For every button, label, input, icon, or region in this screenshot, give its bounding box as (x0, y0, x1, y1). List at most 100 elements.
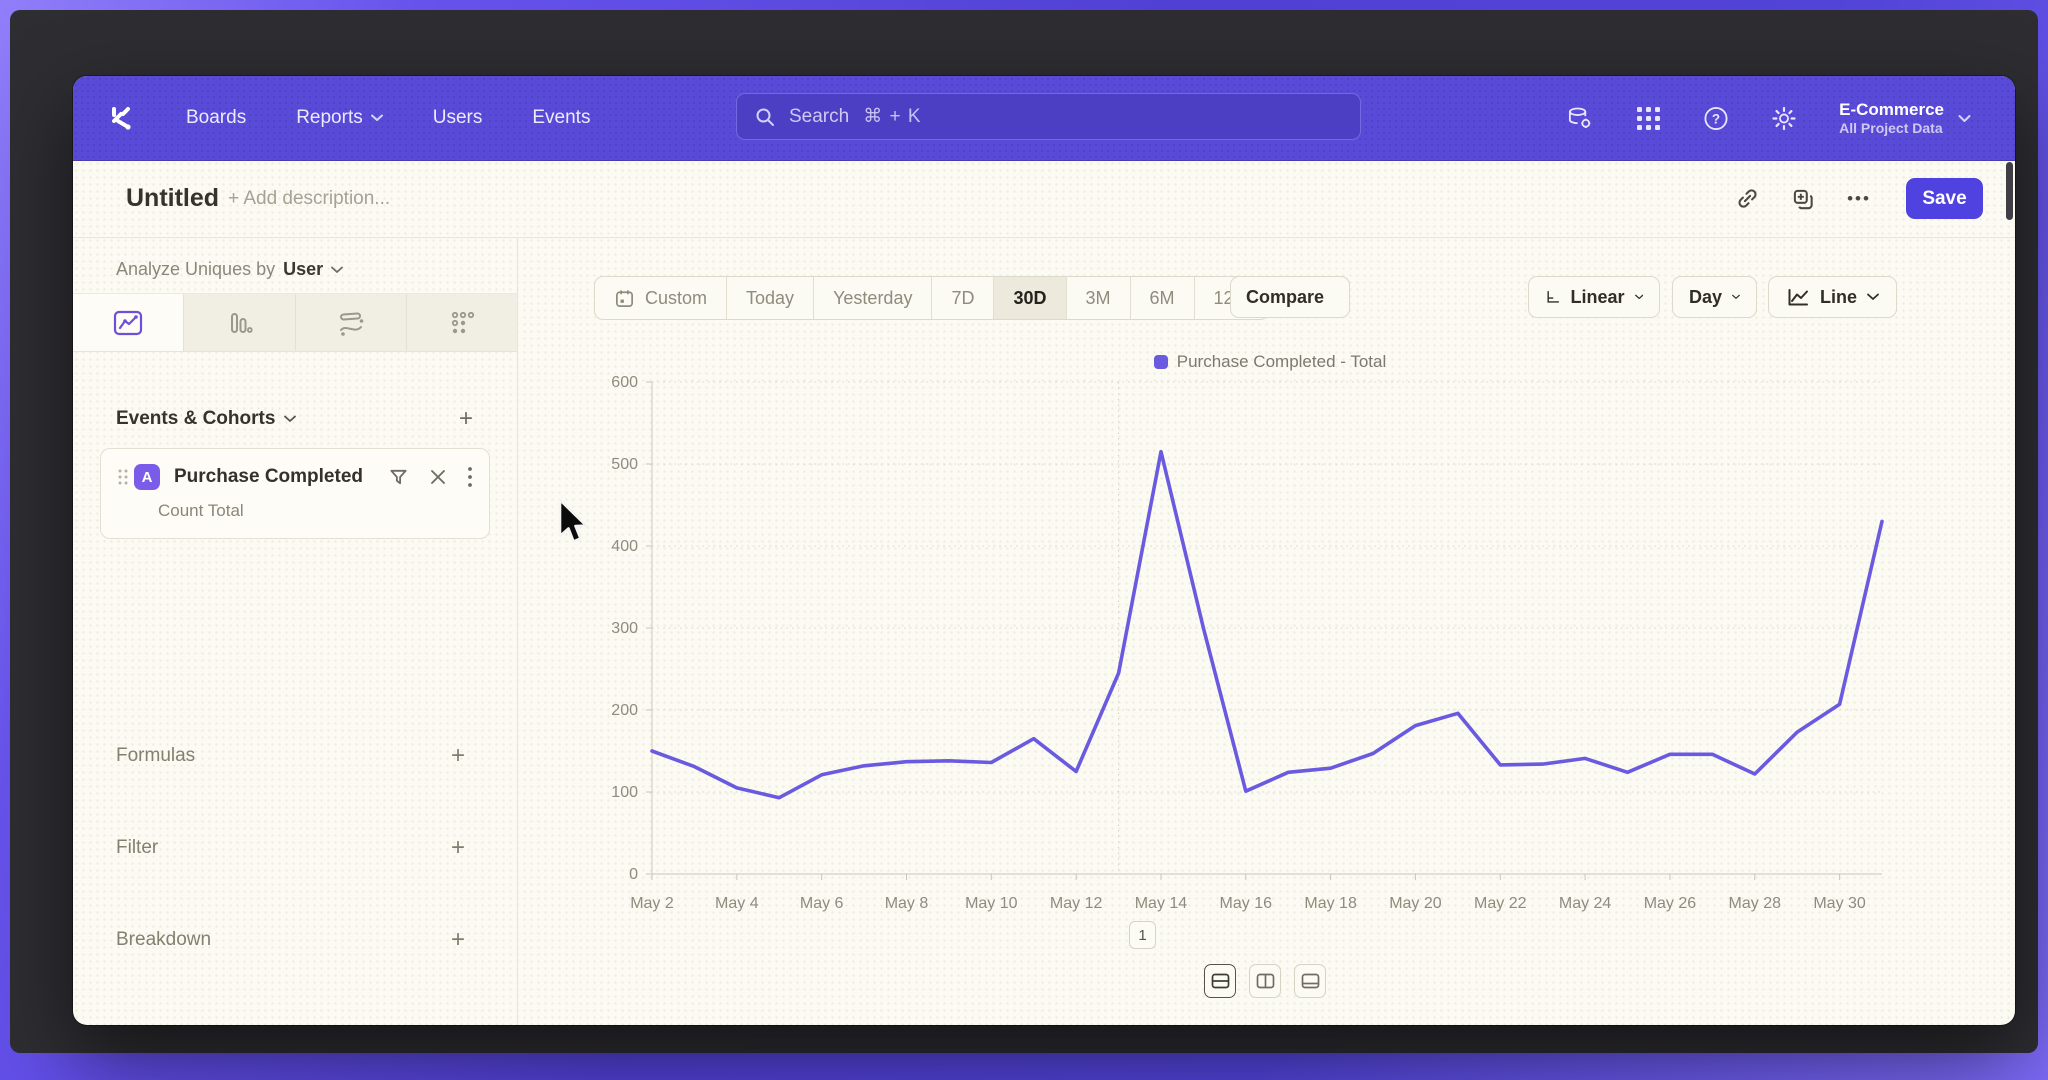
copy-link-icon[interactable] (1732, 184, 1762, 214)
project-switcher[interactable]: E-Commerce All Project Data (1839, 99, 1971, 138)
flows-icon (335, 307, 367, 339)
retention-grid-icon (446, 307, 478, 339)
horizontal-scrollbar[interactable] (745, 1038, 1343, 1049)
svg-text:May 4: May 4 (715, 895, 759, 912)
svg-text:May 10: May 10 (965, 895, 1018, 912)
line-chart-type-icon (1786, 286, 1810, 308)
ellipsis-glyph: ••• (1847, 189, 1871, 209)
nav-item-events[interactable]: Events (532, 107, 590, 129)
pagination-page-1[interactable]: 1 (1129, 921, 1156, 949)
svg-text:May 24: May 24 (1559, 895, 1612, 912)
svg-text:0: 0 (629, 866, 638, 883)
date-range-label: 30D (1013, 288, 1046, 309)
mixpanel-logo-icon[interactable] (106, 103, 136, 133)
analyze-uniques-by-control[interactable]: Analyze Uniques by User (116, 259, 343, 280)
project-name: E-Commerce (1839, 99, 1944, 120)
svg-text:600: 600 (611, 374, 638, 391)
search-shortcut-hint: ⌘ + K (863, 105, 921, 128)
line-chart-icon (112, 307, 144, 339)
nav-item-users[interactable]: Users (433, 107, 483, 129)
remove-event-icon[interactable] (429, 468, 447, 486)
chart-legend[interactable]: Purchase Completed - Total (540, 352, 2000, 372)
event-name[interactable]: Purchase Completed (174, 466, 363, 488)
nav-item-label: Boards (186, 107, 246, 129)
layout-split-columns-button[interactable] (1249, 964, 1281, 998)
svg-text:May 22: May 22 (1474, 895, 1527, 912)
add-formula-button[interactable]: + (451, 742, 465, 770)
filter-funnel-icon[interactable] (388, 467, 409, 488)
filter-section: Filter + (116, 834, 465, 862)
event-card-row: A Purchase Completed (101, 463, 489, 491)
svg-text:May 6: May 6 (800, 895, 844, 912)
data-management-icon[interactable] (1567, 105, 1593, 131)
date-range-today[interactable]: Today (727, 277, 814, 319)
event-metric-selector[interactable]: Count Total (158, 501, 244, 521)
bar-chart-icon (223, 307, 255, 339)
scale-dropdown[interactable]: Linear (1528, 276, 1660, 318)
layout-bottom-panel-button[interactable] (1294, 964, 1326, 998)
chevron-down-icon[interactable] (284, 415, 296, 423)
event-letter-badge: A (134, 464, 160, 490)
add-breakdown-button[interactable]: + (451, 926, 465, 954)
more-options-icon[interactable]: ••• (1844, 184, 1874, 214)
linear-axis-icon (1545, 286, 1561, 308)
layout-toggle-bar (1204, 964, 1326, 998)
tab-retention[interactable] (407, 294, 517, 351)
chevron-down-icon (371, 114, 383, 122)
query-builder-sidebar: Analyze Uniques by User (73, 237, 518, 1025)
svg-text:300: 300 (611, 620, 638, 637)
tab-bar-chart[interactable] (184, 294, 295, 351)
layout-split-rows-button[interactable] (1204, 964, 1236, 998)
chart-type-dropdown[interactable]: Line (1768, 276, 1897, 318)
events-cohorts-title[interactable]: Events & Cohorts (116, 408, 275, 430)
nav-item-label: Users (433, 107, 483, 129)
date-range-segmented-control: Custom Today Yesterday 7D 30D 3M 6M 12M (594, 276, 1269, 320)
date-range-6m[interactable]: 6M (1131, 277, 1195, 319)
add-event-button[interactable]: + (459, 405, 473, 433)
date-range-custom[interactable]: Custom (595, 277, 727, 319)
breakdown-label: Breakdown (116, 929, 211, 951)
compare-dropdown[interactable]: Compare (1230, 276, 1350, 318)
date-range-yesterday[interactable]: Yesterday (814, 277, 932, 319)
chart-canvas[interactable]: 0100200300400500600May 2May 4May 6May 8M… (540, 350, 2000, 950)
tab-insights[interactable] (73, 294, 184, 351)
line-chart: Purchase Completed - Total 0100200300400… (540, 350, 2000, 950)
date-range-3m[interactable]: 3M (1067, 277, 1131, 319)
nav-item-label: Events (532, 107, 590, 129)
date-range-label: 7D (951, 288, 974, 309)
date-range-7d[interactable]: 7D (932, 277, 994, 319)
legend-swatch (1154, 355, 1168, 369)
apps-grid-icon[interactable] (1635, 105, 1661, 131)
nav-item-boards[interactable]: Boards (186, 107, 246, 129)
save-button[interactable]: Save (1906, 178, 1983, 219)
settings-gear-icon[interactable] (1771, 105, 1797, 131)
date-range-label: Today (746, 288, 794, 309)
add-filter-button[interactable]: + (451, 834, 465, 862)
analyze-entity-value[interactable]: User (283, 259, 323, 280)
vertical-scrollbar-thumb[interactable] (2006, 162, 2013, 220)
duplicate-icon[interactable] (1788, 184, 1818, 214)
breakdown-section: Breakdown + (116, 926, 465, 954)
nav-item-reports[interactable]: Reports (296, 107, 383, 129)
help-icon[interactable]: ? (1703, 105, 1729, 131)
scale-label: Linear (1571, 287, 1625, 308)
granularity-dropdown[interactable]: Day (1672, 276, 1757, 318)
visualization-tabs (73, 293, 517, 352)
search-icon (755, 107, 775, 127)
filter-label: Filter (116, 837, 158, 859)
report-title[interactable]: Untitled (126, 184, 219, 213)
events-cohorts-header: Events & Cohorts + (116, 405, 473, 433)
kebab-menu-icon[interactable] (467, 466, 473, 488)
add-description-field[interactable]: + Add description... (228, 188, 390, 210)
date-range-label: 3M (1086, 288, 1111, 309)
svg-text:May 2: May 2 (630, 895, 674, 912)
search-input[interactable]: Search ⌘ + K (736, 93, 1361, 140)
drag-handle-icon[interactable] (117, 468, 131, 486)
tab-flows[interactable] (296, 294, 407, 351)
event-card[interactable]: A Purchase Completed Count Total (100, 448, 490, 539)
chevron-down-icon (331, 266, 343, 274)
compare-label: Compare (1246, 287, 1324, 308)
formulas-section: Formulas + (116, 742, 465, 770)
date-range-30d[interactable]: 30D (994, 277, 1066, 319)
top-nav: Boards Reports Users Events Search ⌘ + K (73, 76, 2015, 161)
